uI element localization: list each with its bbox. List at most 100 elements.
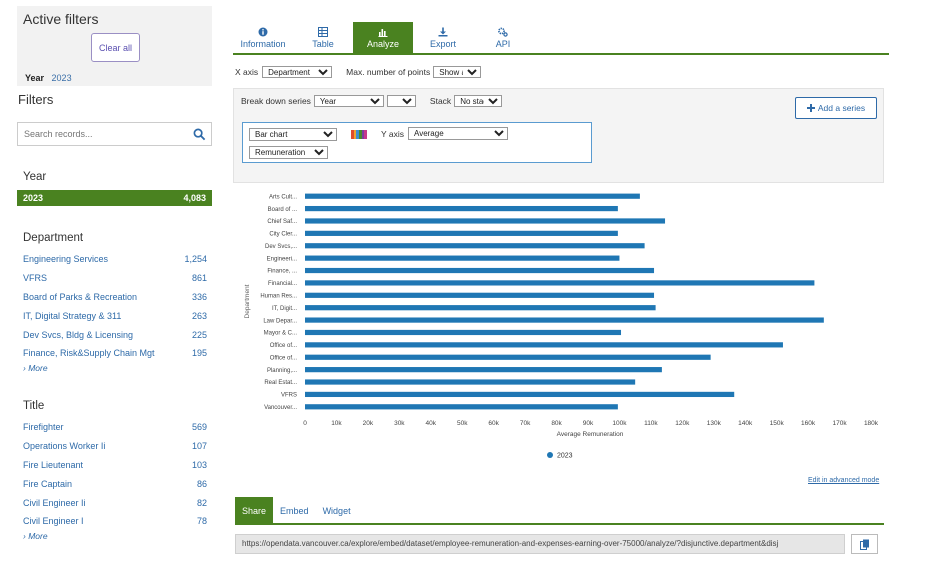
y-tick-label: Human Res... [260,294,297,300]
y-tick-label: Engineeri... [267,256,298,262]
x-axis-label: X axis [235,67,259,77]
bar [305,342,783,348]
x-axis-select[interactable]: Department [262,66,333,78]
facet-item[interactable]: Operations Worker Ii 107 [23,437,207,456]
facet-item-count: 569 [191,422,207,433]
facet-title-title: Title [23,400,45,412]
bar [305,255,620,261]
facet-item[interactable]: Board of Parks & Recreation 336 [23,288,207,307]
download-icon [438,27,448,36]
y-tick-label: Board of ... [268,207,298,213]
break-down-row: Break down series Year Stack No stack [241,95,503,107]
bar [305,230,618,236]
active-filters-panel: Active filters Clear all Year 2023 [17,6,212,86]
facet-item[interactable]: Engineering Services 1,254 [23,250,207,269]
facet-item-label: IT, Digital Strategy & 311 [23,310,122,321]
facet-item-label: Finance, Risk&Supply Chain Mgt [23,348,155,359]
y-axis-label: Y axis [381,129,404,139]
facet-item-label: Civil Engineer I [23,516,84,527]
facet-item-count: 1,254 [184,254,207,265]
x-tick-label: 150k [770,420,785,427]
break-down-select[interactable]: Year [313,95,384,107]
facet-item[interactable]: IT, Digital Strategy & 311 263 [23,306,207,325]
x-tick-label: 80k [551,420,562,427]
facet-item[interactable]: Fire Captain 86 [23,474,207,493]
title-facet-list: Firefighter 569 Operations Worker Ii 107 F… [23,418,207,543]
view-tabs: Information Table Analyze Export API [233,22,533,54]
y-tick-label: Office of... [270,355,298,361]
color-palette-icon[interactable] [351,130,368,139]
x-tick-label: 60k [488,420,499,427]
y-axis-title: Department [244,284,251,318]
copy-button[interactable] [851,534,878,554]
y-tick-label: VFRS [281,393,297,399]
more-link-title[interactable]: › More [23,531,207,543]
legend-label: 2023 [557,453,573,460]
facet-item-year-2023[interactable]: 2023 4,083 [17,190,212,206]
bar [305,391,735,398]
bar [305,280,815,286]
share-tabs: Share Embed Widget [235,497,358,524]
tab-analyze[interactable]: Analyze [353,22,413,53]
edit-advanced-link[interactable]: Edit in advanced mode [808,477,879,484]
facet-item-label: Fire Captain [23,478,73,489]
tab-table[interactable]: Table [293,22,353,53]
bar [305,292,655,298]
search-input[interactable] [18,123,188,145]
x-tick-label: 110k [644,420,658,427]
y-tick-label: Arts Cult... [269,194,297,200]
facet-item[interactable]: VFRS 861 [23,269,207,288]
chart-type-select[interactable]: Bar chart [249,128,337,141]
facet-item-label: VFRS [23,273,48,284]
bar [305,354,711,360]
facet-item[interactable]: Finance, Risk&Supply Chain Mgt 195 [23,344,207,363]
clear-all-button[interactable]: Clear all [91,33,140,62]
x-tick-label: 10k [331,420,342,427]
tab-share[interactable]: Share [235,497,274,524]
facet-item[interactable]: Fire Lieutenant 103 [23,456,207,475]
tab-export[interactable]: Export [413,22,473,53]
share-url-field[interactable]: https://opendata.vancouver.ca/explore/em… [235,534,845,554]
x-tick-label: 100k [612,420,627,427]
tab-api[interactable]: API [473,22,533,53]
facet-item[interactable]: Civil Engineer I 78 [23,512,207,531]
max-points-select[interactable]: Show all [433,66,482,78]
facet-item[interactable]: Firefighter 569 [23,418,207,437]
search-box [17,122,212,146]
y-tick-label: IT, Digit... [272,306,297,312]
search-icon[interactable] [193,128,206,141]
tab-information[interactable]: Information [233,22,293,53]
add-series-label: Add a series [817,103,866,113]
x-tick-label: 0 [303,420,307,427]
x-tick-label: 180k [864,420,879,427]
y-axis-aggregation-select[interactable]: Average [408,127,508,140]
series-config-panel: Break down series Year Stack No stack Ad… [233,88,884,183]
chart-svg: Arts Cult... Board of ... Chief Saf... City… [244,193,879,460]
table-icon [318,26,328,37]
bar-chart-icon [378,28,388,37]
department-facet-list: Engineering Services 1,254 VFRS 861 Board … [23,250,207,375]
facet-item-count: 861 [191,273,207,284]
facet-item[interactable]: Dev Svcs, Bldg & Licensing 225 [23,325,207,344]
facet-item[interactable]: Civil Engineer Ii 82 [23,493,207,512]
info-icon [258,27,268,36]
stack-select[interactable]: No stack [454,95,503,107]
y-field-select[interactable]: Remuneration [249,146,328,159]
add-series-button[interactable]: Add a series [795,97,877,119]
stack-label: Stack [429,96,452,106]
legend-marker [547,452,553,458]
share-underline [235,523,884,525]
x-tick-label: 50k [457,420,468,427]
more-link-department[interactable]: › More [23,363,207,375]
palette-swatch [364,130,368,139]
facet-title-department: Department [23,232,84,244]
y-tick-label: Planning,... [267,368,297,374]
break-down-secondary-select[interactable] [386,95,416,107]
tab-label: Analyze [366,38,400,49]
tab-embed[interactable]: Embed [273,497,316,524]
y-tick-label: Finance, ... [267,269,297,275]
facet-item-label: Board of Parks & Recreation [23,291,138,302]
facet-title-year: Year [23,171,47,183]
active-filter-chip[interactable]: Year 2023 [25,73,72,83]
tab-widget[interactable]: Widget [316,497,358,524]
